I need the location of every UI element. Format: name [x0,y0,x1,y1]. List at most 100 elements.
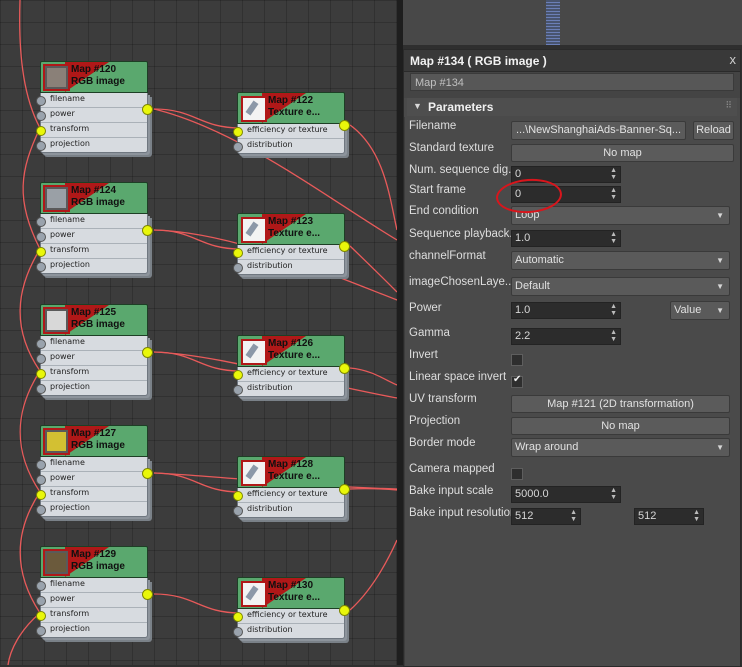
input-pin[interactable] [233,612,243,622]
bake-resolution-x-spinner[interactable]: 512 ▲ ▼ [511,508,581,525]
output-pin[interactable] [339,120,350,131]
input-pin[interactable] [36,369,46,379]
channel-format-dropdown[interactable]: Automatic ▼ [511,251,730,270]
input-pin[interactable] [36,505,46,515]
spinner-arrows-icon[interactable]: ▲ ▼ [610,487,617,501]
node-header[interactable]: Map #130 Texture e... [237,577,345,609]
port-transform[interactable]: transform [36,244,147,259]
map-name-field[interactable]: Map #134 [410,73,734,91]
input-pin[interactable] [36,262,46,272]
port-distribution[interactable]: distribution [233,382,344,396]
node-map-128[interactable]: Map #128 Texture e... efficiency or text… [233,456,350,518]
port-power[interactable]: power [36,351,147,366]
input-pin[interactable] [36,339,46,349]
node-map-125[interactable]: Map #125 RGB image filename power transf… [36,304,153,396]
port-transform[interactable]: transform [36,366,147,381]
invert-checkbox[interactable] [511,354,523,366]
spinner-arrows-icon[interactable]: ▲ ▼ [610,187,617,201]
spinner-arrows-icon[interactable]: ▲ ▼ [610,231,617,245]
spinner-arrows-icon[interactable]: ▲ ▼ [610,167,617,181]
port-transform[interactable]: transform [36,487,147,502]
input-pin[interactable] [36,490,46,500]
spinner-arrows-icon[interactable]: ▲ ▼ [610,329,617,343]
input-pin[interactable] [233,506,243,516]
port-projection[interactable]: projection [36,502,147,516]
port-distribution[interactable]: distribution [233,624,344,638]
node-map-129[interactable]: Map #129 RGB image filename power transf… [36,546,153,638]
node-map-123[interactable]: Map #123 Texture e... efficiency or text… [233,213,350,275]
sequence-playback-spinner[interactable]: 1.0 ▲ ▼ [511,230,621,247]
port-projection[interactable]: projection [36,259,147,273]
spinner-arrows-icon[interactable]: ▲ ▼ [693,509,700,523]
port-distribution[interactable]: distribution [233,139,344,153]
node-map-127[interactable]: Map #127 RGB image filename power transf… [36,425,153,517]
input-pin[interactable] [36,247,46,257]
node-header[interactable]: Map #129 RGB image [40,546,148,578]
node-header[interactable]: Map #123 Texture e... [237,213,345,245]
spinner-arrows-icon[interactable]: ▲ ▼ [610,303,617,317]
node-header[interactable]: Map #122 Texture e... [237,92,345,124]
input-pin[interactable] [36,475,46,485]
port-transform[interactable]: transform [36,123,147,138]
border-mode-dropdown[interactable]: Wrap around ▼ [511,438,730,457]
linear-space-invert-checkbox[interactable]: ✔ [511,374,523,388]
port-efficiency-or-texture[interactable]: efficiency or texture [233,488,344,503]
input-pin[interactable] [233,127,243,137]
node-map-124[interactable]: Map #124 RGB image filename power transf… [36,182,153,274]
camera-mapped-checkbox[interactable] [511,468,523,480]
power-spinner[interactable]: 1.0 ▲ ▼ [511,302,621,319]
reload-button[interactable]: Reload [693,121,734,140]
input-pin[interactable] [233,142,243,152]
input-pin[interactable] [36,581,46,591]
node-graph-editor[interactable]: Map #120 RGB image filename power transf… [0,0,397,665]
port-power[interactable]: power [36,593,147,608]
node-map-130[interactable]: Map #130 Texture e... efficiency or text… [233,577,350,639]
port-filename[interactable]: filename [36,578,147,593]
rollout-header[interactable]: ▼ Parameters ⠿ [407,98,737,116]
output-pin[interactable] [142,347,153,358]
port-transform[interactable]: transform [36,608,147,623]
filename-button[interactable]: ...\NewShanghaiAds-Banner-Sq... [511,121,686,140]
input-pin[interactable] [36,126,46,136]
output-pin[interactable] [142,225,153,236]
bake-resolution-y-spinner[interactable]: 512 ▲ ▼ [634,508,704,525]
gamma-spinner[interactable]: 2.2 ▲ ▼ [511,328,621,345]
port-projection[interactable]: projection [36,623,147,637]
port-efficiency-or-texture[interactable]: efficiency or texture [233,367,344,382]
port-power[interactable]: power [36,108,147,123]
input-pin[interactable] [36,611,46,621]
port-efficiency-or-texture[interactable]: efficiency or texture [233,124,344,139]
port-filename[interactable]: filename [36,93,147,108]
input-pin[interactable] [233,370,243,380]
port-distribution[interactable]: distribution [233,260,344,274]
image-chosen-layer-dropdown[interactable]: Default ▼ [511,277,730,296]
node-header[interactable]: Map #126 Texture e... [237,335,345,367]
input-pin[interactable] [233,627,243,637]
input-pin[interactable] [36,596,46,606]
input-pin[interactable] [36,354,46,364]
node-map-120[interactable]: Map #120 RGB image filename power transf… [36,61,153,153]
output-pin[interactable] [339,363,350,374]
port-power[interactable]: power [36,229,147,244]
node-header[interactable]: Map #127 RGB image [40,425,148,457]
input-pin[interactable] [36,141,46,151]
input-pin[interactable] [233,248,243,258]
input-pin[interactable] [36,111,46,121]
output-pin[interactable] [339,484,350,495]
panel-titlebar[interactable]: Map #134 ( RGB image ) x [404,50,740,72]
uv-transform-button[interactable]: Map #121 (2D transformation) [511,395,730,413]
output-pin[interactable] [142,589,153,600]
input-pin[interactable] [36,96,46,106]
port-efficiency-or-texture[interactable]: efficiency or texture [233,245,344,260]
collapse-triangle-icon[interactable]: ▼ [413,101,422,111]
input-pin[interactable] [233,491,243,501]
input-pin[interactable] [36,217,46,227]
input-pin[interactable] [233,263,243,273]
port-filename[interactable]: filename [36,336,147,351]
spinner-arrows-icon[interactable]: ▲ ▼ [570,509,577,523]
node-header[interactable]: Map #128 Texture e... [237,456,345,488]
output-pin[interactable] [142,104,153,115]
input-pin[interactable] [36,384,46,394]
port-projection[interactable]: projection [36,138,147,152]
output-pin[interactable] [339,241,350,252]
